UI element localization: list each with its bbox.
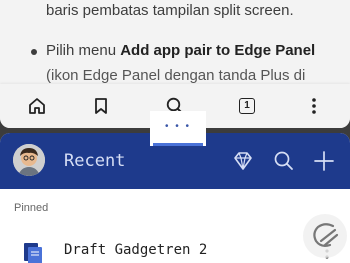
bookmark-button[interactable] — [86, 92, 116, 120]
browser-window: baris pembatas tampilan split screen. Pi… — [0, 0, 350, 128]
list-item-title: Draft Gadgetren 2 — [64, 242, 208, 258]
bullet-point — [31, 49, 37, 55]
avatar-icon — [13, 144, 45, 176]
plus-icon — [314, 151, 334, 171]
diamond-icon — [234, 152, 252, 170]
page-title: Recent — [64, 151, 126, 171]
article-bold-text: Add app pair to Edge Panel — [120, 42, 316, 59]
gadgetren-logo-icon — [313, 223, 339, 247]
tabs-button[interactable]: 1 — [232, 92, 262, 120]
document-icon — [24, 243, 42, 263]
split-handle-dots: • • • — [164, 121, 192, 132]
split-handle-bar — [153, 143, 203, 146]
more-vertical-icon — [312, 98, 316, 114]
article-line: baris pembatas tampilan split screen. — [46, 2, 294, 19]
home-button[interactable] — [22, 92, 52, 120]
split-screen-handle[interactable]: • • • — [150, 111, 206, 146]
article-text: Pilih menu — [46, 42, 121, 59]
more-button[interactable] — [299, 92, 329, 120]
home-icon — [29, 98, 45, 114]
premium-button[interactable] — [231, 149, 255, 173]
watermark — [303, 214, 347, 258]
search-icon — [274, 151, 293, 170]
tabs-icon: 1 — [239, 98, 255, 114]
article-line: (ikon Edge Panel dengan tanda Plus di — [46, 67, 306, 84]
bookmark-icon — [95, 98, 107, 114]
app-window: Recent Pinned Draft Gadgetren 2 — [0, 133, 350, 263]
article-line: Pilih menu Add app pair to Edge Panel — [46, 42, 315, 59]
avatar[interactable] — [13, 144, 45, 176]
add-button[interactable] — [312, 149, 336, 173]
app-search-button[interactable] — [272, 149, 296, 173]
list-item[interactable]: Draft Gadgetren 2 — [0, 233, 350, 263]
section-label-pinned: Pinned — [14, 202, 49, 214]
